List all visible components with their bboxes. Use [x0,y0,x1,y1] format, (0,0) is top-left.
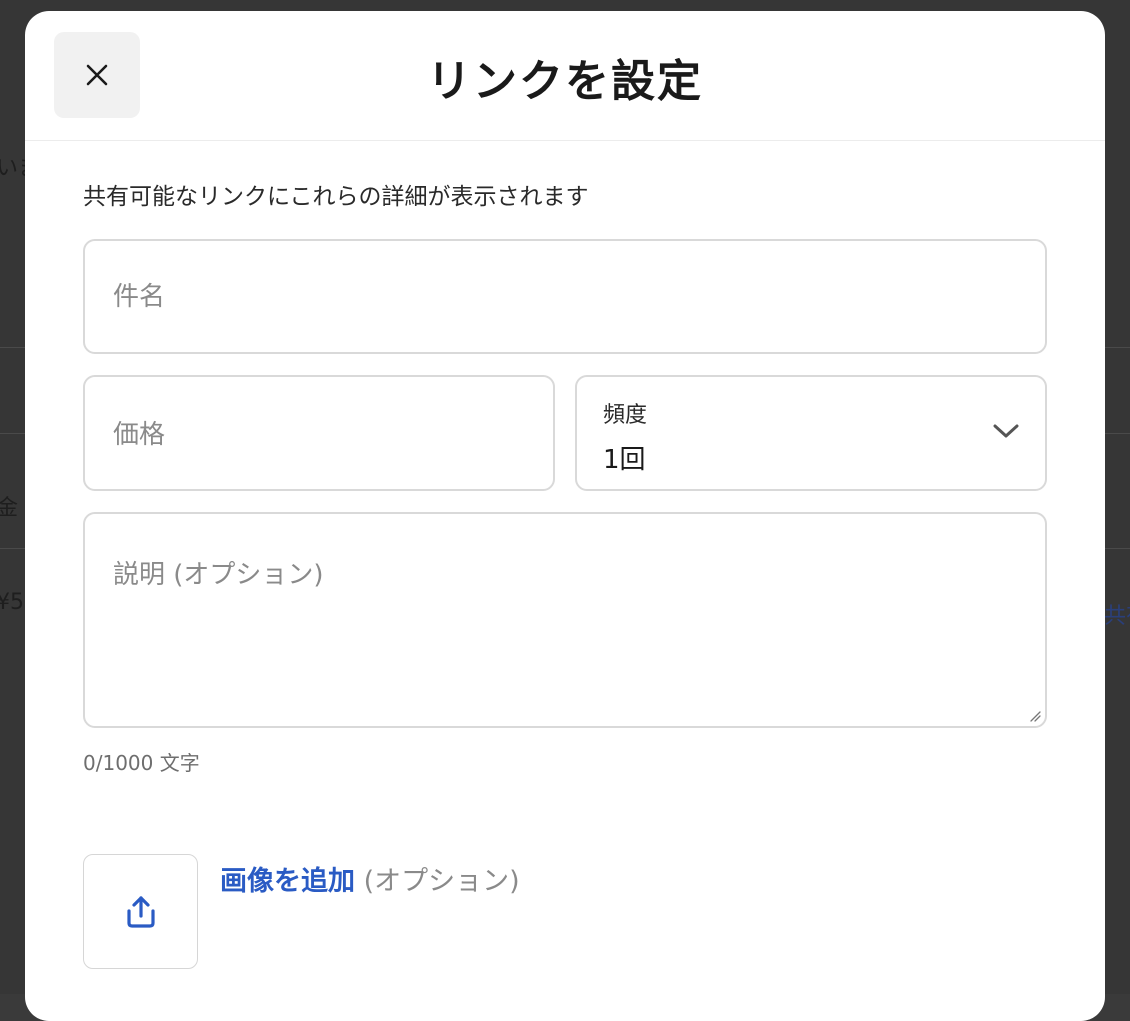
link-settings-modal: リンクを設定 共有可能なリンクにこれらの詳細が表示されます 頻度 1回 0/10… [25,11,1105,1021]
chevron-down-icon [993,424,1019,438]
add-image-optional-label: (オプション) [363,866,520,897]
resize-handle-icon[interactable] [1029,710,1041,722]
frequency-label: 頻度 [603,403,648,428]
modal-header: リンクを設定 [25,11,1105,141]
frequency-value: 1回 [603,445,646,475]
price-field [83,375,555,491]
add-image-row: 画像を追加 (オプション) [220,859,520,898]
description-field [83,512,1047,728]
name-input[interactable] [85,277,1045,317]
intro-text: 共有可能なリンクにこれらの詳細が表示されます [83,184,589,210]
background-text: ¥5 [0,590,24,615]
image-upload-button[interactable] [83,854,198,969]
frequency-select[interactable]: 頻度 1回 [575,375,1047,491]
description-input[interactable] [85,554,1045,704]
modal-title: リンクを設定 [427,56,703,107]
add-image-link[interactable]: 画像を追加 [220,866,355,897]
name-field [83,239,1047,354]
background-link: 共有 [1104,604,1130,629]
background-text: 金 [0,496,19,521]
price-input[interactable] [85,415,553,455]
char-counter: 0/1000 文字 [83,751,200,775]
upload-icon [126,895,155,928]
